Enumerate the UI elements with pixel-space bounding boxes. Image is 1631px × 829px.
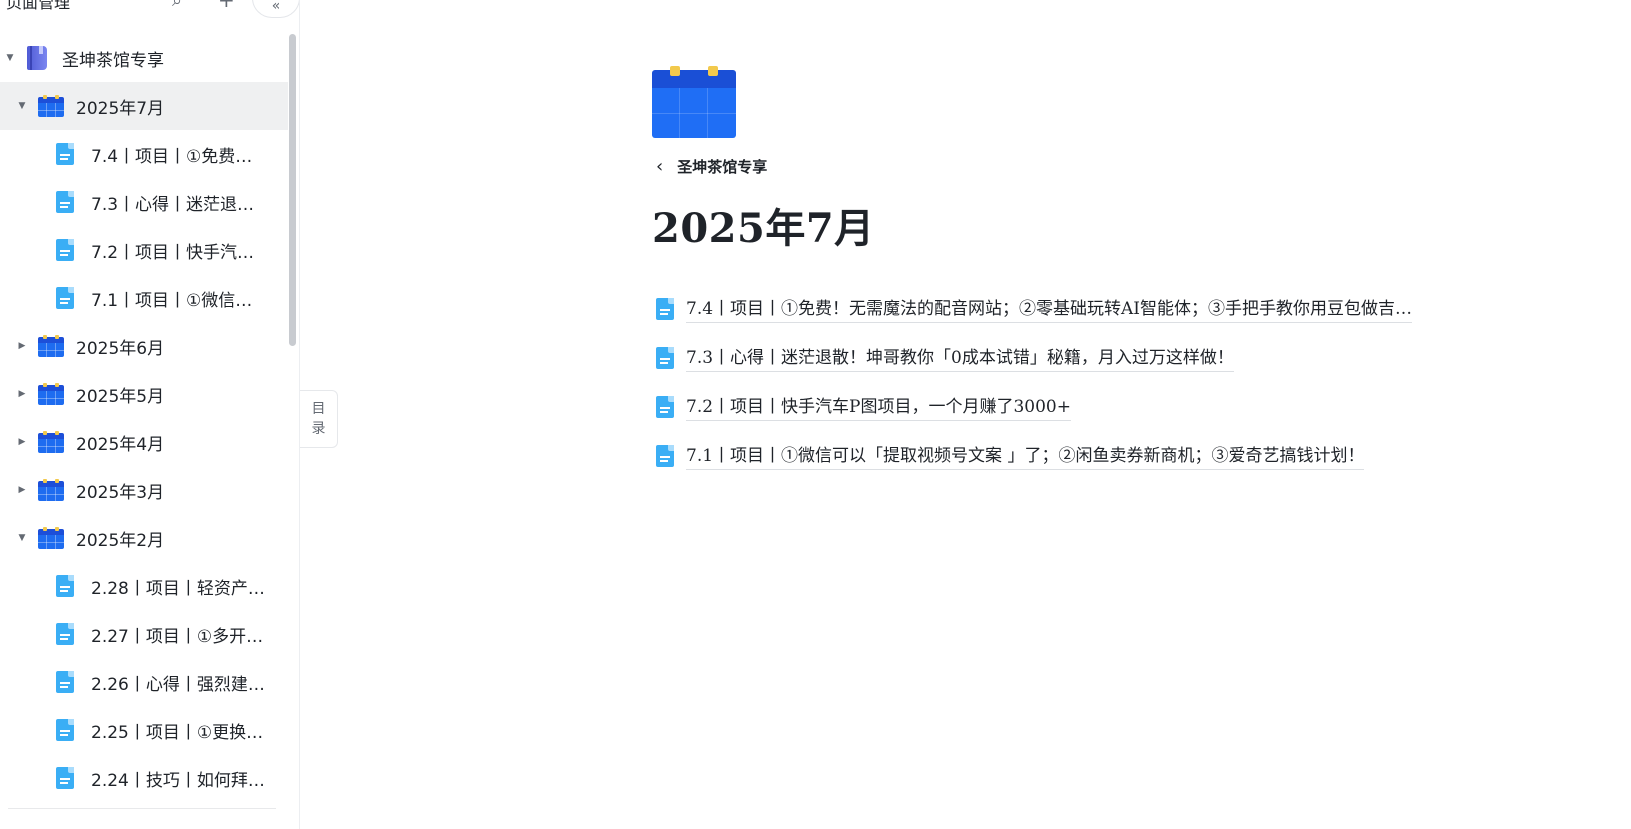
collapse-sidebar-icon[interactable]: « [252, 0, 299, 18]
page-calendar-icon [652, 66, 736, 138]
document-icon [56, 143, 74, 165]
app-window: 页面管理 ⌕ + « ▼ 圣坤茶馆专享 ▼ 2025年7月 7.4丨项目丨①免费… [0, 0, 1631, 829]
document-icon [656, 297, 674, 320]
child-page-title[interactable]: 7.2丨项目丨快手汽车P图项目，一个月赚了3000+ [686, 392, 1071, 421]
tree-child-label: 2.26丨心得丨强烈建… [91, 674, 265, 695]
calendar-icon [38, 527, 64, 549]
document-icon [56, 287, 74, 309]
calendar-icon [38, 431, 64, 453]
document-icon [56, 575, 74, 597]
document-icon [656, 444, 674, 467]
child-page-link[interactable]: 7.4丨项目丨①免费！无需魔法的配音网站；②零基础玩转AI智能体；③手把手教你用… [656, 284, 1556, 333]
chevron-left-icon[interactable]: ‹ [656, 156, 663, 177]
divider [8, 808, 276, 809]
tree-child-label: 2.24丨技巧丨如何拜… [91, 770, 265, 791]
tree-child-label: 7.3丨心得丨迷茫退… [91, 194, 255, 215]
document-icon [56, 719, 74, 741]
tree-child-label: 7.2丨项目丨快手汽… [91, 242, 255, 263]
tree-child-item[interactable]: 2.25丨项目丨①更换… [0, 706, 288, 754]
calendar-icon [38, 335, 64, 357]
calendar-icon [38, 479, 64, 501]
tree-item-2025-06[interactable]: ▶ 2025年6月 [0, 322, 288, 370]
tree-item-2025-05[interactable]: ▶ 2025年5月 [0, 370, 288, 418]
child-page-link[interactable]: 7.3丨心得丨迷茫退散！坤哥教你「0成本试错」秘籍，月入过万这样做！ [656, 333, 1556, 382]
child-page-title[interactable]: 7.3丨心得丨迷茫退散！坤哥教你「0成本试错」秘籍，月入过万这样做！ [686, 343, 1234, 372]
tree-item-2025-02[interactable]: ▼ 2025年2月 [0, 514, 288, 562]
child-page-link[interactable]: 7.1丨项目丨①微信可以「提取视频号文案 」了；②闲鱼卖券新商机；③爱奇艺搞钱计… [656, 431, 1556, 480]
search-icon[interactable]: ⌕ [172, 0, 182, 10]
tree-root-label: 圣坤茶馆专享 [62, 50, 164, 71]
tree-child-item[interactable]: 2.24丨技巧丨如何拜… [0, 754, 288, 802]
book-icon [27, 46, 47, 70]
breadcrumb-back[interactable]: ‹ 圣坤茶馆专享 [656, 156, 767, 177]
add-icon[interactable]: + [218, 0, 235, 10]
page-tree: ▼ 圣坤茶馆专享 ▼ 2025年7月 7.4丨项目丨①免费… 7.3丨心得丨迷茫… [0, 34, 288, 802]
tree-item-label: 2025年5月 [76, 386, 165, 407]
caret-down-icon[interactable]: ▼ [16, 100, 28, 112]
tree-child-item[interactable]: 7.1丨项目丨①微信… [0, 274, 288, 322]
sidebar-header: 页面管理 ⌕ + « [0, 0, 299, 18]
tree-child-label: 2.27丨项目丨①多开… [91, 626, 264, 647]
tree-child-label: 7.1丨项目丨①微信… [91, 290, 253, 311]
page-title: 2025年7月 [652, 205, 875, 252]
tree-child-label: 7.4丨项目丨①免费… [91, 146, 253, 167]
tree-child-label: 2.28丨项目丨轻资产… [91, 578, 265, 599]
document-icon [656, 346, 674, 369]
breadcrumb-parent[interactable]: 圣坤茶馆专享 [677, 156, 767, 177]
tree-child-item[interactable]: 7.2丨项目丨快手汽… [0, 226, 288, 274]
tree-child-item[interactable]: 2.28丨项目丨轻资产… [0, 562, 288, 610]
caret-down-icon[interactable]: ▼ [4, 52, 16, 64]
child-page-list: 7.4丨项目丨①免费！无需魔法的配音网站；②零基础玩转AI智能体；③手把手教你用… [656, 284, 1556, 480]
tree-child-item[interactable]: 7.4丨项目丨①免费… [0, 130, 288, 178]
child-page-title[interactable]: 7.1丨项目丨①微信可以「提取视频号文案 」了；②闲鱼卖券新商机；③爱奇艺搞钱计… [686, 441, 1365, 470]
tree-item-label: 2025年2月 [76, 530, 165, 551]
caret-right-icon[interactable]: ▶ [16, 436, 28, 448]
calendar-icon [38, 383, 64, 405]
tree-child-item[interactable]: 2.27丨项目丨①多开… [0, 610, 288, 658]
child-page-link[interactable]: 7.2丨项目丨快手汽车P图项目，一个月赚了3000+ [656, 382, 1556, 431]
main-content: ‹ 圣坤茶馆专享 2025年7月 7.4丨项目丨①免费！无需魔法的配音网站；②零… [300, 0, 1631, 829]
tree-child-item[interactable]: 7.3丨心得丨迷茫退… [0, 178, 288, 226]
tree-item-2025-04[interactable]: ▶ 2025年4月 [0, 418, 288, 466]
tree-root-item[interactable]: ▼ 圣坤茶馆专享 [0, 34, 288, 82]
tree-child-label: 2.25丨项目丨①更换… [91, 722, 264, 743]
document-icon [56, 671, 74, 693]
tree-item-label: 2025年7月 [76, 98, 165, 119]
sidebar-scrollbar[interactable] [289, 34, 296, 346]
document-icon [56, 191, 74, 213]
tree-item-2025-07[interactable]: ▼ 2025年7月 [0, 82, 288, 130]
sidebar-title: 页面管理 [6, 0, 71, 12]
document-icon [56, 767, 74, 789]
tree-item-label: 2025年4月 [76, 434, 165, 455]
calendar-icon [38, 95, 64, 117]
tree-item-2025-03[interactable]: ▶ 2025年3月 [0, 466, 288, 514]
caret-down-icon[interactable]: ▼ [16, 532, 28, 544]
document-icon [56, 623, 74, 645]
sidebar: 页面管理 ⌕ + « ▼ 圣坤茶馆专享 ▼ 2025年7月 7.4丨项目丨①免费… [0, 0, 300, 829]
tree-item-label: 2025年6月 [76, 338, 165, 359]
caret-right-icon[interactable]: ▶ [16, 340, 28, 352]
tree-item-label: 2025年3月 [76, 482, 165, 503]
document-icon [56, 239, 74, 261]
caret-right-icon[interactable]: ▶ [16, 484, 28, 496]
tree-child-item[interactable]: 2.26丨心得丨强烈建… [0, 658, 288, 706]
child-page-title[interactable]: 7.4丨项目丨①免费！无需魔法的配音网站；②零基础玩转AI智能体；③手把手教你用… [686, 294, 1413, 323]
document-icon [656, 395, 674, 418]
caret-right-icon[interactable]: ▶ [16, 388, 28, 400]
